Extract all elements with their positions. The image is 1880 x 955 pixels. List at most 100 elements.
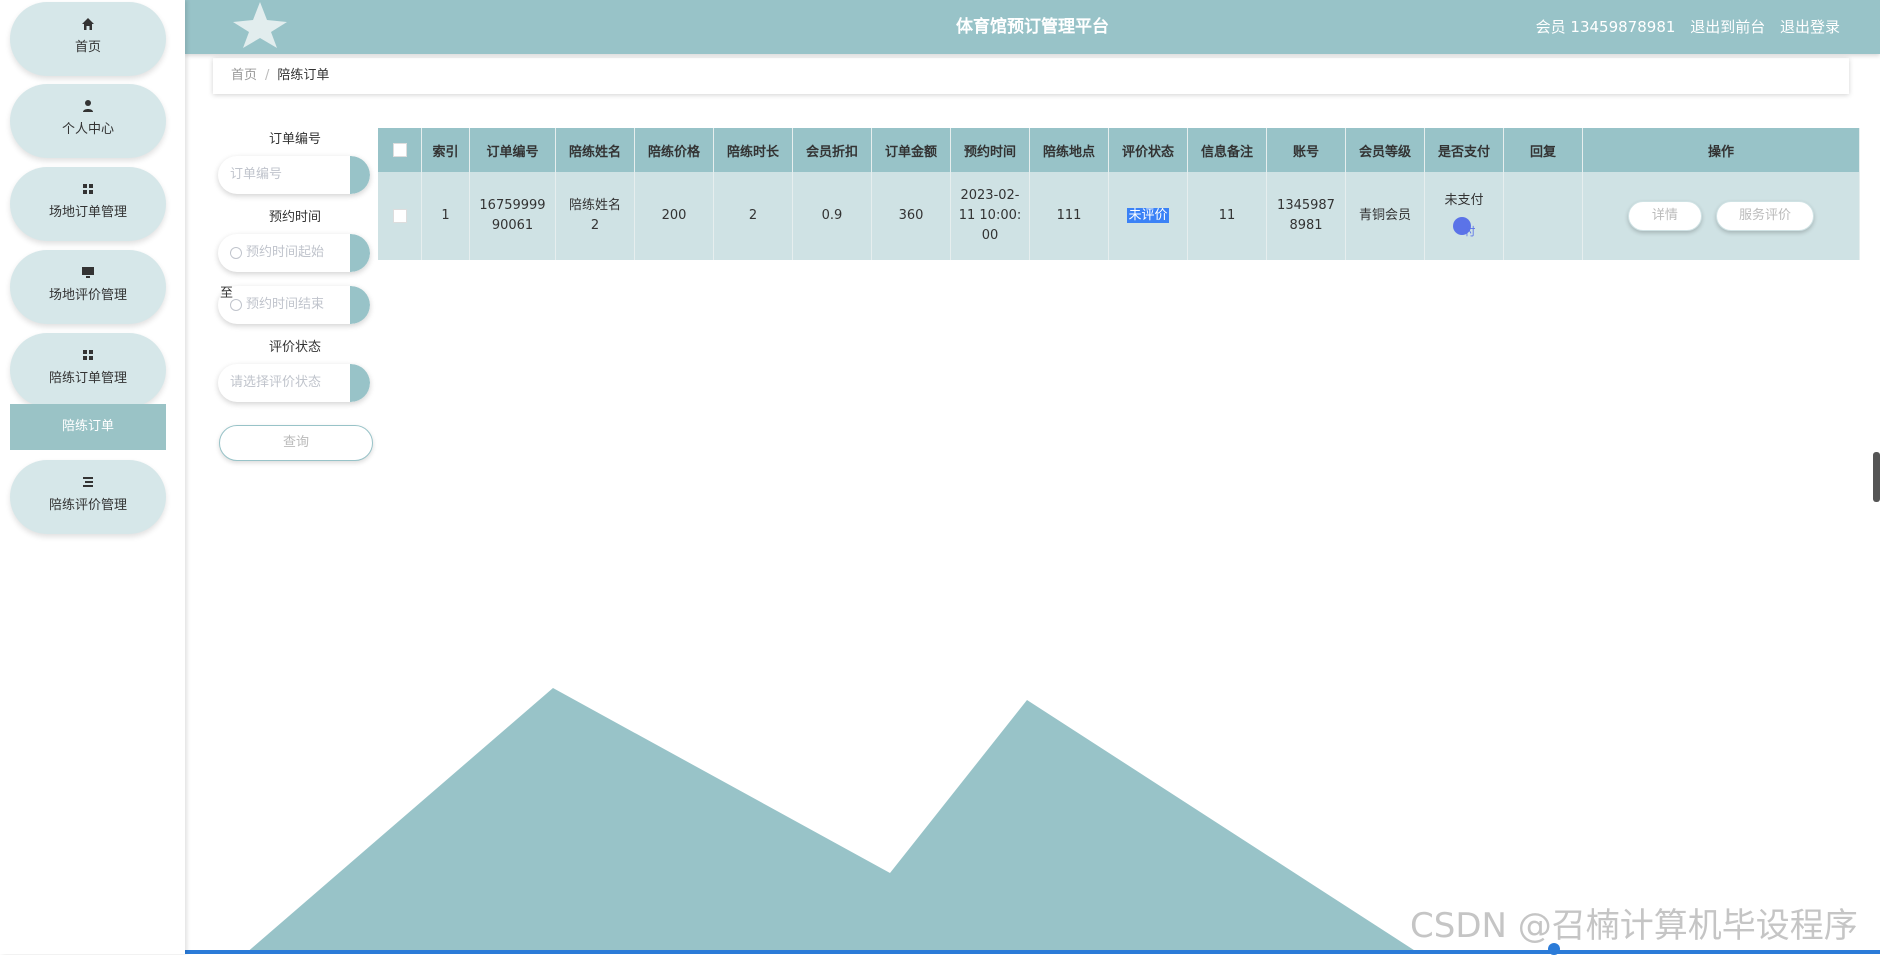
table-row: 1 16759999 90061 陪练姓名 2 200 2 0.9 360 2023…: [378, 172, 1860, 260]
col-header: 陪练姓名: [555, 128, 635, 172]
watermark: CSDN @召楠计算机毕设程序: [1410, 906, 1858, 946]
cell-reserve-time: 2023-02- 11 10:00: 00: [950, 172, 1030, 260]
col-header: 信息备注: [1187, 128, 1267, 172]
order-no-input[interactable]: 订单编号: [218, 156, 370, 194]
clock-icon: [230, 247, 242, 259]
eval-placeholder: 请选择评价状态: [230, 375, 322, 390]
col-header: 预约时间: [950, 128, 1030, 172]
cell-reply: [1503, 172, 1583, 260]
row-checkbox[interactable]: [392, 208, 407, 223]
coach-name-line2: 2: [590, 218, 600, 233]
sidebar-item-label: 场地订单管理: [48, 205, 127, 220]
user-icon: [83, 100, 93, 112]
sidebar-item-personal-center[interactable]: 个人中心: [10, 84, 166, 158]
scrollbar-handle[interactable]: [1873, 452, 1880, 502]
cell-index: 1: [421, 172, 470, 260]
paid-status: 未支付: [1444, 192, 1484, 208]
col-header: 陪练价格: [634, 128, 714, 172]
sidebar-item-coach-orders[interactable]: 陪练订单管理: [10, 333, 166, 407]
cell-duration: 2: [713, 172, 793, 260]
logout-link[interactable]: 退出登录: [1780, 18, 1840, 36]
order-no-placeholder: 订单编号: [230, 167, 283, 182]
breadcrumb-current: 陪练订单: [277, 68, 330, 83]
cell-order-no: 16759999 90061: [469, 172, 556, 260]
breadcrumb-separator: /: [265, 68, 270, 83]
cell-discount: 0.9: [792, 172, 872, 260]
col-header: 是否支付: [1424, 128, 1504, 172]
sidebar-item-label: 陪练评价管理: [48, 498, 127, 513]
sidebar-item-venue-reviews[interactable]: 场地评价管理: [10, 250, 166, 324]
col-header: 回复: [1503, 128, 1583, 172]
sidebar-item-coach-reviews[interactable]: 陪练评价管理: [10, 460, 166, 534]
to-front-link[interactable]: 退出到前台: [1690, 18, 1765, 36]
input-cap: [350, 364, 370, 402]
col-header: 陪练地点: [1029, 128, 1109, 172]
query-button[interactable]: 查询: [219, 425, 373, 461]
col-header: 索引: [421, 128, 470, 172]
user-area: 会员 13459878981 退出到前台 退出登录: [1526, 0, 1840, 54]
col-header: 会员等级: [1345, 128, 1425, 172]
account-line1: 1345987: [1277, 198, 1335, 213]
coach-name-line1: 陪练姓名: [568, 198, 621, 213]
col-header: 订单金额: [871, 128, 951, 172]
top-header: 体育馆预订管理平台 会员 13459878981 退出到前台 退出登录: [185, 0, 1880, 54]
time-label: 预约时间: [268, 210, 321, 225]
sidebar-item-label: 首页: [74, 40, 101, 55]
sidebar-item-label: 个人中心: [61, 122, 114, 137]
time-start-input[interactable]: 预约时间起始: [218, 234, 370, 272]
cell-remark: 11: [1187, 172, 1267, 260]
col-header: 账号: [1266, 128, 1346, 172]
eval-status-text: 未评价: [1127, 208, 1169, 223]
row-select-cell[interactable]: [378, 172, 422, 260]
sidebar-item-home[interactable]: 首页: [10, 2, 166, 76]
user-label: 会员 13459878981: [1535, 18, 1676, 36]
select-all-checkbox[interactable]: [392, 143, 407, 157]
time-line3: 00: [981, 228, 999, 243]
cell-eval-status: 未评价: [1108, 172, 1188, 260]
progress-bar: [0, 950, 1880, 954]
sidebar-item-label: 陪练订单管理: [48, 371, 127, 386]
sidebar-item-label: 场地评价管理: [48, 288, 127, 303]
cell-account: 1345987 8981: [1266, 172, 1346, 260]
time-line2: 11 10:00:: [958, 208, 1022, 223]
cell-coach-name: 陪练姓名 2: [555, 172, 635, 260]
breadcrumb-home[interactable]: 首页: [231, 68, 257, 83]
input-cap: [350, 234, 370, 272]
sidebar: 首页 个人中心 场地订单管理 场地评价管理 陪练订单管理 陪练订单 陪练评价管理: [0, 0, 185, 954]
col-header: 评价状态: [1108, 128, 1188, 172]
time-range-to: 至: [220, 286, 234, 301]
time-end-placeholder: 预约时间结束: [246, 297, 325, 312]
sidebar-item-venue-orders[interactable]: 场地订单管理: [10, 167, 166, 241]
breadcrumb: 首页 / 陪练订单: [213, 58, 1849, 94]
col-header: 会员折扣: [792, 128, 872, 172]
cell-price: 200: [634, 172, 714, 260]
col-header: 订单编号: [469, 128, 556, 172]
cell-actions: 详情 服务评价: [1582, 172, 1860, 260]
submenu-coach-orders[interactable]: 陪练订单: [10, 404, 166, 450]
cell-location: 111: [1029, 172, 1109, 260]
time-end-input[interactable]: 预约时间结束: [218, 286, 370, 324]
cell-amount: 360: [871, 172, 951, 260]
grid-icon: [83, 350, 93, 360]
grid-icon: [83, 184, 93, 194]
cell-member-level: 青铜会员: [1345, 172, 1425, 260]
table-header-row: 索引 订单编号 陪练姓名 陪练价格 陪练时长 会员折扣 订单金额 预约时间 陪练…: [378, 128, 1860, 172]
order-no-line1: 16759999: [479, 198, 546, 213]
input-cap: [350, 156, 370, 194]
select-all-header[interactable]: [378, 128, 422, 172]
eval-label: 评价状态: [268, 340, 321, 355]
service-eval-button[interactable]: 服务评价: [1716, 201, 1815, 231]
detail-button[interactable]: 详情: [1627, 201, 1702, 231]
search-panel: 订单编号 订单编号 预约时间 预约时间起始 预约时间结束 评价状态 请选择评价状…: [218, 130, 372, 416]
cell-paid: 未支付 付: [1424, 172, 1504, 260]
account-line2: 8981: [1289, 218, 1323, 233]
pay-link-text[interactable]: 付: [1465, 225, 1476, 238]
time-line1: 2023-02-: [960, 188, 1020, 203]
monitor-icon: [82, 267, 94, 278]
order-no-line2: 90061: [491, 218, 534, 233]
col-header: 陪练时长: [713, 128, 793, 172]
time-start-placeholder: 预约时间起始: [246, 245, 325, 260]
list-icon: [83, 477, 93, 487]
orders-table: 索引 订单编号 陪练姓名 陪练价格 陪练时长 会员折扣 订单金额 预约时间 陪练…: [378, 128, 1860, 260]
eval-status-select[interactable]: 请选择评价状态: [218, 364, 370, 402]
